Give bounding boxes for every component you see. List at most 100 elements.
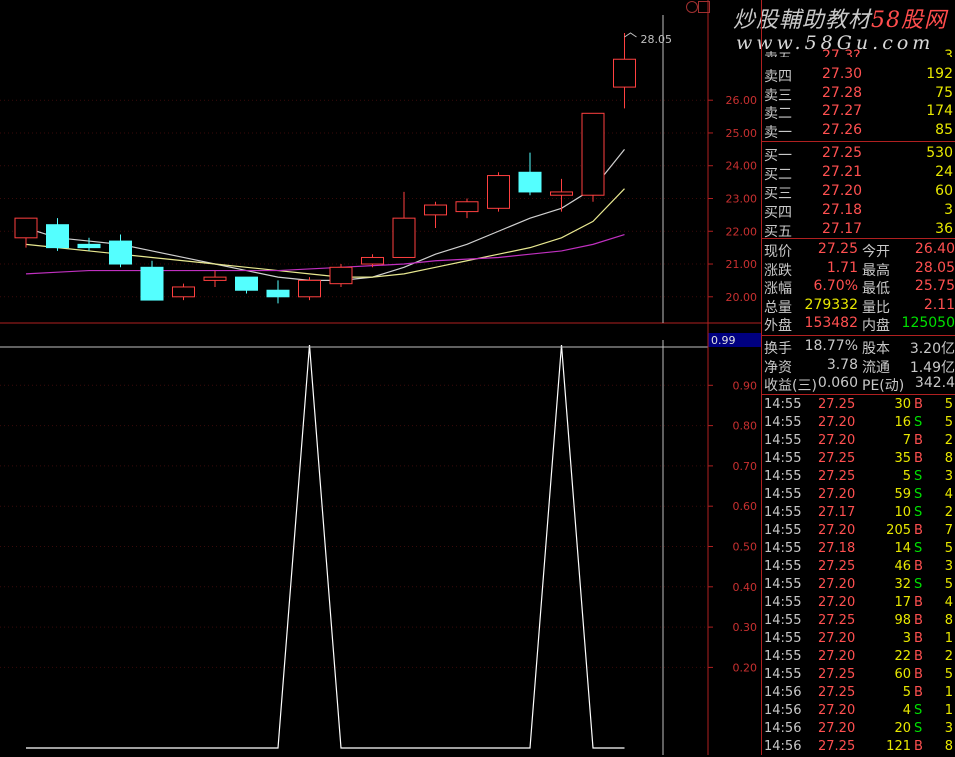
stat-value: 28.05 <box>914 259 955 276</box>
price-tick-label: 24.00 <box>726 160 758 173</box>
tick-time: 14:55 <box>764 505 802 520</box>
stat-value: 153482 <box>804 315 858 331</box>
high-marker <box>624 32 637 38</box>
candle-body <box>109 240 132 265</box>
tick-row: 14:56 27.20 20 S 3 <box>762 721 955 739</box>
stat-value: 279332 <box>804 296 858 313</box>
order-volume: 24 <box>935 164 953 180</box>
circle-icon[interactable] <box>686 1 698 13</box>
window-icon[interactable] <box>698 1 710 13</box>
candle-body <box>361 256 384 265</box>
tick-volume: 46 <box>894 559 911 574</box>
order-volume: 3 <box>944 202 953 218</box>
tick-price: 27.25 <box>818 469 856 484</box>
order-book-row: 卖四 27.30 192 <box>762 66 955 85</box>
order-book-row: 卖三 27.28 75 <box>762 85 955 104</box>
order-book-row: 卖一 27.26 85 <box>762 122 955 141</box>
fundamental-row: 净资 3.78 流通 1.49亿 <box>762 357 955 376</box>
fund-label: 流通 <box>862 359 890 376</box>
tick-count: 5 <box>944 415 953 430</box>
stat-label: 最高 <box>862 262 890 279</box>
tick-side: S <box>914 721 923 736</box>
indicator-tick-label: 0.70 <box>733 460 758 473</box>
tick-row: 14:55 27.20 22 B 2 <box>762 649 955 667</box>
tick-time: 14:56 <box>764 739 802 754</box>
order-book-row: 买一 27.25 530 <box>762 145 955 164</box>
tick-price: 27.20 <box>818 649 856 664</box>
candle-body <box>487 175 510 209</box>
candlestick-series: 28.05 <box>14 32 672 304</box>
tick-count: 8 <box>944 451 953 466</box>
tick-side: B <box>914 739 923 754</box>
tick-time: 14:55 <box>764 595 802 610</box>
tick-price: 27.25 <box>818 739 856 754</box>
tick-side: S <box>914 541 923 556</box>
price-tick-label: 22.00 <box>726 225 758 238</box>
candle-body <box>203 276 227 281</box>
tick-count: 8 <box>944 613 953 628</box>
candle-body <box>14 217 38 239</box>
tick-side: B <box>914 595 923 610</box>
order-price: 27.21 <box>822 164 863 180</box>
tick-row: 14:55 27.25 30 B 5 <box>762 397 955 415</box>
indicator-tick-label: 0.20 <box>733 661 758 674</box>
fund-label: 换手 <box>764 341 792 357</box>
fund-value: 342.4 <box>914 375 955 391</box>
tick-time: 14:55 <box>764 415 802 430</box>
order-label: 卖二 <box>764 106 792 122</box>
order-volume: 192 <box>926 66 953 82</box>
tick-count: 4 <box>944 595 953 610</box>
tick-volume: 121 <box>886 739 911 754</box>
tick-row: 14:55 27.20 16 S 5 <box>762 415 955 433</box>
tick-time: 14:55 <box>764 631 802 646</box>
order-book-row: 买二 27.21 24 <box>762 164 955 183</box>
stat-value: 2.11 <box>923 296 955 313</box>
tick-price: 27.20 <box>818 595 856 610</box>
tick-count: 1 <box>944 631 953 646</box>
tick-row: 14:55 27.17 10 S 2 <box>762 505 955 523</box>
indicator-tick-label: 0.60 <box>733 500 758 513</box>
tick-price: 27.20 <box>818 523 856 538</box>
tick-count: 1 <box>944 685 953 700</box>
tick-time: 14:55 <box>764 613 802 628</box>
tick-time: 14:55 <box>764 451 802 466</box>
tick-time: 14:55 <box>764 649 802 664</box>
tick-count: 5 <box>944 667 953 682</box>
tick-volume: 32 <box>894 577 911 592</box>
order-volume: 174 <box>926 103 953 119</box>
tick-price: 27.25 <box>818 559 856 574</box>
stat-value: 25.75 <box>914 278 955 294</box>
tick-price: 27.20 <box>818 487 856 502</box>
tick-row: 14:55 27.25 46 B 3 <box>762 559 955 577</box>
tick-volume: 20 <box>894 721 911 736</box>
tick-price: 27.25 <box>818 613 856 628</box>
fund-value: 18.77% <box>804 338 858 354</box>
tick-side: B <box>914 451 923 466</box>
tick-side: B <box>914 649 923 664</box>
stat-label: 外盘 <box>764 318 792 334</box>
indicator-tick-label: 0.50 <box>733 541 758 554</box>
tick-row: 14:55 27.18 14 S 5 <box>762 541 955 559</box>
tick-volume: 98 <box>894 613 911 628</box>
quote-panel: 卖五27.3?3 卖四27.30192卖三27.2875卖二27.27174卖一2… <box>762 0 955 755</box>
order-label: 买一 <box>764 148 792 164</box>
fund-value: 1.49亿 <box>909 359 955 376</box>
stat-row: 外盘 153482 内盘 125050 <box>762 315 955 334</box>
fund-label: 股本 <box>862 341 890 357</box>
order-price: 27.18 <box>822 202 863 218</box>
indicator-value-label: 0.99 <box>711 334 736 347</box>
tick-row: 14:55 27.25 35 B 8 <box>762 451 955 469</box>
candle-body <box>424 204 447 216</box>
order-book-row: 卖二 27.27 174 <box>762 103 955 122</box>
tick-volume: 60 <box>894 667 911 682</box>
tick-time: 14:55 <box>764 469 802 484</box>
tick-time: 14:56 <box>764 685 802 700</box>
order-volume: 530 <box>926 145 953 161</box>
stat-label: 最低 <box>862 281 890 297</box>
fund-label: PE(动) <box>862 378 905 394</box>
order-book-row: 卖五 27.3? 3 <box>762 48 955 57</box>
indicator-tick-label: 0.80 <box>733 420 758 433</box>
tick-time: 14:55 <box>764 487 802 502</box>
order-label: 卖五 <box>764 48 792 57</box>
tick-count: 8 <box>944 739 953 754</box>
